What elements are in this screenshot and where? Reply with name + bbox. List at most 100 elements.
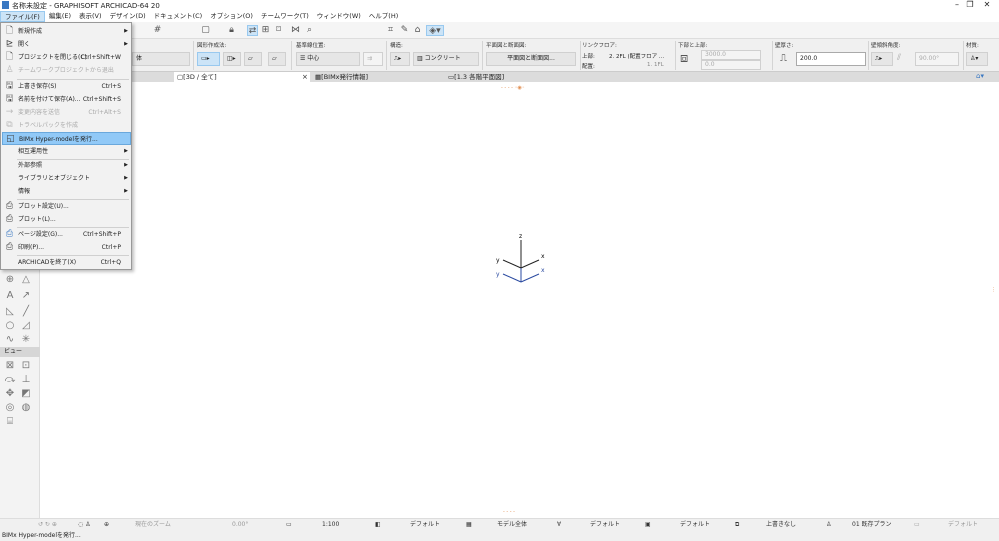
menu-item-leave-teamwork: ♙ チームワークプロジェクトから退出 — [2, 64, 131, 77]
menu-edit[interactable]: 編集(E) — [45, 11, 75, 22]
level-dimension-tool-icon[interactable]: △ — [20, 274, 32, 286]
offset-field[interactable]: 0.0 — [701, 60, 761, 70]
fill-tool-icon[interactable]: ◺ — [4, 306, 16, 318]
menu-view[interactable]: 表示(V) — [75, 11, 106, 22]
find-icon[interactable]: ⌕ — [304, 25, 315, 36]
pen-set-dropdown[interactable]: デフォルト — [590, 519, 620, 530]
zoom-dropdown[interactable]: 現在のズーム — [135, 519, 171, 530]
guide-icon[interactable]: ⌑ — [273, 25, 284, 36]
polygon-wall-icon[interactable]: ▱ — [268, 52, 286, 66]
menu-item-libraries-objects[interactable]: ライブラリとオブジェクト ▶ — [2, 172, 131, 185]
material-override-icon[interactable]: ♙▾ — [966, 52, 988, 66]
slant-type-icon[interactable]: ⎍▸ — [871, 52, 893, 66]
menu-item-plot-setup[interactable]: ⎙ プロット設定(U)... — [2, 200, 131, 213]
tab-floor-plan[interactable]: ▭[1.3 各階平面図] — [445, 72, 575, 82]
angle-dropdown[interactable]: 0.00° — [232, 519, 248, 530]
menu-item-save[interactable]: 🖫︎ 上書き保存(S) Ctrl+S — [2, 80, 131, 93]
markup-tool-icon[interactable]: ⌸ — [4, 416, 16, 428]
menu-window[interactable]: ウィンドウ(W) — [313, 11, 365, 22]
menu-item-info[interactable]: 情報 ▶ — [2, 185, 131, 198]
flip-button[interactable]: ⇉ — [363, 52, 383, 66]
orbit-icon[interactable]: ◌ ♙ — [78, 519, 91, 530]
menu-file[interactable]: ファイル(F) — [0, 11, 45, 22]
tab-close-icon[interactable]: × — [302, 72, 308, 82]
section-tool-icon[interactable]: ⊠ — [4, 360, 16, 372]
home-story-value[interactable]: 1. 1FL — [647, 62, 664, 68]
toolbox-view-section[interactable]: ビュー — [0, 347, 40, 357]
menu-item-exit[interactable]: ARCHICADを終了(X) Ctrl+Q — [2, 256, 131, 269]
wall-type-dropdown[interactable]: 体 — [132, 52, 190, 66]
3d-view-icon[interactable]: ⌂ — [412, 25, 423, 36]
menu-item-save-as[interactable]: 🖫︎ 名前を付けて保存(A)... Ctrl+Shift+S — [2, 93, 131, 106]
curved-wall-icon[interactable]: ◫▸ — [223, 52, 241, 66]
explore-icon[interactable]: ◈▾ — [426, 25, 444, 36]
menu-item-print[interactable]: ⎙ 印刷(P)... Ctrl+P — [2, 241, 131, 254]
reference-line-dropdown[interactable]: ☰ 中心 — [296, 52, 360, 66]
spline-tool-icon[interactable]: ∿ — [4, 334, 16, 346]
menu-item-publish-bimx[interactable]: ◱ BIMx Hyper-modelを発行... — [2, 132, 131, 145]
restore-button[interactable]: ❐ — [963, 0, 977, 10]
menu-design[interactable]: デザイン(D) — [106, 11, 150, 22]
worksheet-tool-icon[interactable]: ⊥ — [20, 374, 32, 386]
zoom-icon[interactable]: ⊕ — [104, 519, 109, 530]
renovation-filter-dropdown[interactable]: 01 既存プラン — [852, 519, 892, 530]
menu-item-interoperability[interactable]: 相互運用性 ▶ — [2, 145, 131, 158]
detail-tool-icon[interactable]: ✥ — [4, 388, 16, 400]
dimension-tool-icon[interactable]: ⊕ — [4, 274, 16, 286]
top-link-dropdown[interactable]: 2. 2FL (配置フロア ... — [609, 52, 664, 60]
menu-teamwork[interactable]: チームワーク(T) — [257, 11, 313, 22]
label-tool-icon[interactable]: ↗ — [20, 290, 32, 302]
tab-overflow-icon[interactable]: ⌂▾ — [976, 72, 984, 80]
trace-icon[interactable]: ⇄ — [247, 25, 258, 36]
snap-icon[interactable]: ⌗ — [385, 25, 396, 36]
fit-icon[interactable]: ⊞ — [260, 25, 271, 36]
menu-item-external-content[interactable]: 外部参照 ▶ — [2, 159, 131, 172]
menu-item-close-project[interactable]: 🗋︎ プロジェクトを閉じる(C) Ctrl+Shift+W — [2, 51, 131, 64]
menu-options[interactable]: オプション(O) — [206, 11, 257, 22]
line-tool-icon[interactable]: ╱ — [20, 306, 32, 318]
dimension-dropdown[interactable]: モデル全体 — [497, 519, 527, 530]
menu-help[interactable]: ヘルプ(H) — [365, 11, 402, 22]
camera-tool-icon[interactable]: ◎ — [4, 402, 16, 414]
model-view-options-dropdown[interactable]: デフォルト — [680, 519, 710, 530]
menu-document[interactable]: ドキュメント(C) — [150, 11, 207, 22]
polyline-tool-icon[interactable]: ◿ — [20, 320, 32, 332]
plan-section-button[interactable]: 平面図と断面図... — [486, 52, 576, 66]
thickness-field[interactable]: 200.0 — [796, 52, 866, 66]
menu-item-new[interactable]: 🗋︎ 新規作成 ▶ — [2, 25, 131, 38]
scale-dropdown[interactable]: 1:100 — [322, 519, 339, 530]
lock-icon[interactable]: 🔒︎ — [226, 25, 237, 36]
change-tool-icon[interactable]: ◩ — [20, 388, 32, 400]
3d-view-canvas[interactable]: - - - - ◦◉◦ ⋮ z y x y x - - - - — [41, 82, 999, 518]
home-story-label: 配置: — [582, 64, 595, 70]
3d-document-tool-icon[interactable]: ◍ — [20, 402, 32, 414]
undo-zoom-icon[interactable]: ↺ ↻ ⊕ — [38, 519, 57, 530]
structure-type-icon[interactable]: ⎍▸ — [390, 52, 410, 66]
layer-combination-dropdown[interactable]: デフォルト — [410, 519, 440, 530]
menu-item-page-setup[interactable]: ⎙ ページ設定(G)... Ctrl+Shift+P — [2, 228, 131, 241]
menu-item-open[interactable]: ⊵ 開く ▶ — [2, 38, 131, 51]
pencil-icon[interactable]: ✎ — [399, 25, 410, 36]
elevation-tool-icon[interactable]: ⊡ — [20, 360, 32, 372]
tab-label: [BIMx発行情報] — [321, 73, 369, 81]
straight-wall-icon[interactable]: ▭▸ — [197, 52, 220, 66]
layer-icon[interactable]: ▢ — [200, 25, 211, 36]
slant-label: 壁傾斜角度: — [871, 43, 901, 49]
text-tool-icon[interactable]: A — [4, 290, 16, 302]
close-button[interactable]: ✕ — [980, 0, 994, 10]
height-field[interactable]: 3000.0 — [701, 50, 761, 60]
building-material-dropdown[interactable]: ▥ コンクリート — [413, 52, 479, 66]
minimize-button[interactable]: – — [950, 0, 964, 10]
trapezoid-wall-icon[interactable]: ▱ — [244, 52, 262, 66]
tab-3d-all[interactable]: ▢[3D / 全て] — [174, 72, 310, 82]
hotspot-tool-icon[interactable]: ✳ — [20, 334, 32, 346]
measure-icon[interactable]: ⋈ — [290, 25, 301, 36]
menu-item-plot[interactable]: ⎙ プロット(L)... — [2, 213, 131, 226]
slant-angle-field[interactable]: 90.00° — [915, 52, 959, 66]
tab-bimx-info[interactable]: ▦[BIMx発行情報] — [312, 72, 442, 82]
interior-elevation-tool-icon[interactable]: ⤼ — [4, 374, 16, 386]
structural-display-dropdown[interactable]: デフォルト — [948, 519, 978, 530]
circle-tool-icon[interactable]: ○ — [4, 320, 16, 332]
graphic-override-dropdown[interactable]: 上書きなし — [766, 519, 796, 530]
grid-icon[interactable]: # — [152, 25, 163, 36]
